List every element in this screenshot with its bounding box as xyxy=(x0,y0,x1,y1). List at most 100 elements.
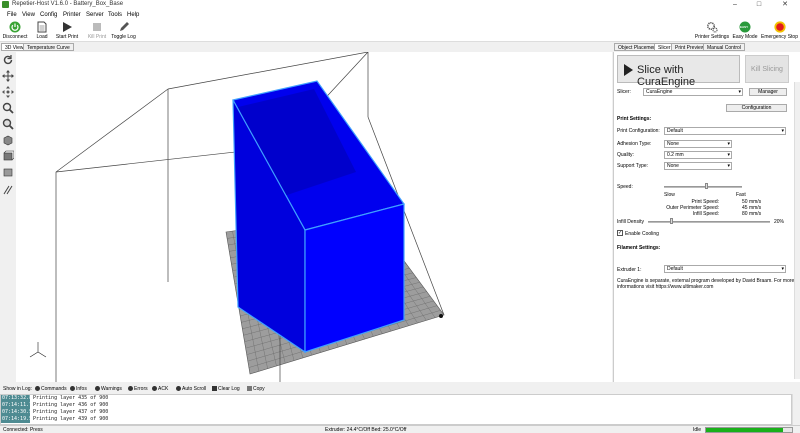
disconnect-button[interactable]: Disconnect xyxy=(1,21,29,42)
emergency-stop-button[interactable]: Emergency Stop xyxy=(760,21,799,42)
copy-button[interactable]: Copy xyxy=(247,386,265,392)
chevron-down-icon: ▾ xyxy=(727,163,730,169)
print-configuration-label: Print Configuration: xyxy=(617,128,660,134)
progress-fill xyxy=(706,428,784,432)
commands-filter[interactable]: Commands xyxy=(35,386,67,392)
pan-icon[interactable] xyxy=(2,86,14,98)
clear-log-label: Clear Log xyxy=(218,386,240,392)
log-message: Printing layer 437 of 900 xyxy=(33,409,109,415)
slice-button-label: Slice with CuraEngine xyxy=(637,64,696,88)
infos-filter[interactable]: Infos xyxy=(70,386,87,392)
window-title: Repetier-Host V1.6.0 - Battery_Box_Base xyxy=(12,1,124,7)
infill-density-slider-thumb[interactable] xyxy=(670,218,674,224)
menu-tools[interactable]: Tools xyxy=(108,12,122,18)
menu-server[interactable]: Server xyxy=(86,12,104,18)
load-button[interactable]: Load xyxy=(32,21,52,42)
toggle-log-button[interactable]: Toggle Log xyxy=(110,21,137,42)
log-message: Printing layer 436 of 900 xyxy=(33,402,109,408)
errors-filter[interactable]: Errors xyxy=(128,386,148,392)
chevron-down-icon: ▾ xyxy=(738,89,741,95)
tab-temperature-curve[interactable]: Temperature Curve xyxy=(23,43,74,51)
speed-slider-thumb[interactable] xyxy=(704,183,708,189)
copy-icon xyxy=(247,386,252,391)
extruder-select[interactable]: Default ▾ xyxy=(664,265,786,273)
support-label: Support Type: xyxy=(617,163,649,169)
zoom-fit-icon[interactable] xyxy=(2,118,14,130)
infill-density-slider-track[interactable] xyxy=(648,221,770,223)
menu-config[interactable]: Config xyxy=(40,12,57,18)
parallel-projection-icon[interactable] xyxy=(2,184,14,196)
infill-speed-label: Infill Speed: xyxy=(692,211,719,217)
tab-manual-control[interactable]: Manual Control xyxy=(703,43,745,51)
print-configuration-select[interactable]: Default ▾ xyxy=(664,127,786,135)
speed-label: Speed: xyxy=(617,184,633,190)
origin-marker xyxy=(439,314,443,318)
close-button[interactable]: ✕ xyxy=(774,0,796,10)
slicer-panel: Slice with CuraEngine Kill Slicing Slice… xyxy=(613,52,800,382)
toggle-log-label: Toggle Log xyxy=(111,34,136,40)
configuration-button[interactable]: Configuration xyxy=(726,104,787,112)
kill-slicing-button[interactable]: Kill Slicing xyxy=(745,55,789,83)
support-value: None xyxy=(667,163,679,169)
slicer-select[interactable]: CuraEngine ▾ xyxy=(643,88,743,96)
zoom-icon[interactable] xyxy=(2,102,14,114)
clear-log-button[interactable]: Clear Log xyxy=(212,386,240,392)
easy-mode-button[interactable]: EASY Easy Mode xyxy=(731,21,759,42)
easy-mode-label: Easy Mode xyxy=(732,34,758,40)
disconnect-label: Disconnect xyxy=(2,34,28,40)
support-select[interactable]: None ▾ xyxy=(664,162,732,170)
adhesion-select[interactable]: None ▾ xyxy=(664,140,732,148)
panel-scrollbar[interactable] xyxy=(794,82,800,379)
warnings-filter[interactable]: Warnings xyxy=(95,386,122,392)
log-row: 07:14:30.598Printing layer 437 of 900 xyxy=(1,409,791,416)
log-message: Printing layer 435 of 900 xyxy=(33,395,109,401)
progress-bar xyxy=(705,427,793,433)
power-icon xyxy=(9,21,21,33)
menu-printer[interactable]: Printer xyxy=(63,12,81,18)
ack-filter[interactable]: ACK xyxy=(152,386,168,392)
start-print-label: Start Print xyxy=(55,34,79,40)
rotate-icon[interactable] xyxy=(2,54,14,66)
log-message: Printing layer 439 of 900 xyxy=(33,416,109,422)
auto-scroll-label: Auto Scroll xyxy=(182,386,207,392)
enable-cooling-checkbox[interactable]: ✓ xyxy=(617,230,623,236)
enable-cooling-label: Enable Cooling xyxy=(625,231,659,237)
menu-view[interactable]: View xyxy=(22,12,35,18)
start-print-button[interactable]: Start Print xyxy=(55,21,79,42)
ack-label: ACK xyxy=(158,386,169,392)
log-panel[interactable]: 07:13:32.853Printing layer 435 of 900 07… xyxy=(0,394,792,425)
cube-side-icon[interactable] xyxy=(2,150,14,162)
cube-front-icon[interactable] xyxy=(2,134,14,146)
cube-top-icon[interactable] xyxy=(2,166,14,178)
fast-label: Fast xyxy=(736,192,746,198)
infos-icon xyxy=(70,386,75,391)
move-icon[interactable] xyxy=(2,70,14,82)
auto-scroll-toggle[interactable]: Auto Scroll xyxy=(176,386,206,392)
infill-density-label: Infill Density xyxy=(617,219,644,225)
kill-print-label: Kill Print xyxy=(87,34,107,40)
3d-model[interactable] xyxy=(232,80,405,354)
emergency-stop-label: Emergency Stop xyxy=(761,34,798,40)
view-toolbar xyxy=(0,52,16,382)
filament-settings-heading: Filament Settings: xyxy=(617,245,661,251)
slice-button[interactable]: Slice with CuraEngine xyxy=(617,55,740,88)
adhesion-value: None xyxy=(667,141,679,147)
maximize-button[interactable]: □ xyxy=(748,0,770,10)
log-scrollbar[interactable] xyxy=(792,394,800,425)
quality-select[interactable]: 0.2 mm ▾ xyxy=(664,151,732,159)
3d-viewport[interactable] xyxy=(16,52,612,382)
speed-slider-track[interactable] xyxy=(664,186,742,188)
configuration-button-label: Configuration xyxy=(741,105,772,111)
menu-file[interactable]: File xyxy=(7,12,17,18)
printer-settings-button[interactable]: Printer Settings xyxy=(694,21,730,42)
kill-print-button[interactable]: Kill Print xyxy=(86,21,108,42)
minimize-button[interactable]: – xyxy=(724,0,746,10)
chevron-down-icon: ▾ xyxy=(727,152,730,158)
chevron-down-icon: ▾ xyxy=(727,141,730,147)
menu-help[interactable]: Help xyxy=(127,12,139,18)
manager-button[interactable]: Manager xyxy=(749,88,787,96)
log-timestamp: 07:14:19.510 xyxy=(1,416,39,423)
cura-note-line-2: informations visit https://www.ultimaker… xyxy=(617,284,714,290)
play-icon xyxy=(624,64,633,76)
app-icon xyxy=(2,1,9,8)
